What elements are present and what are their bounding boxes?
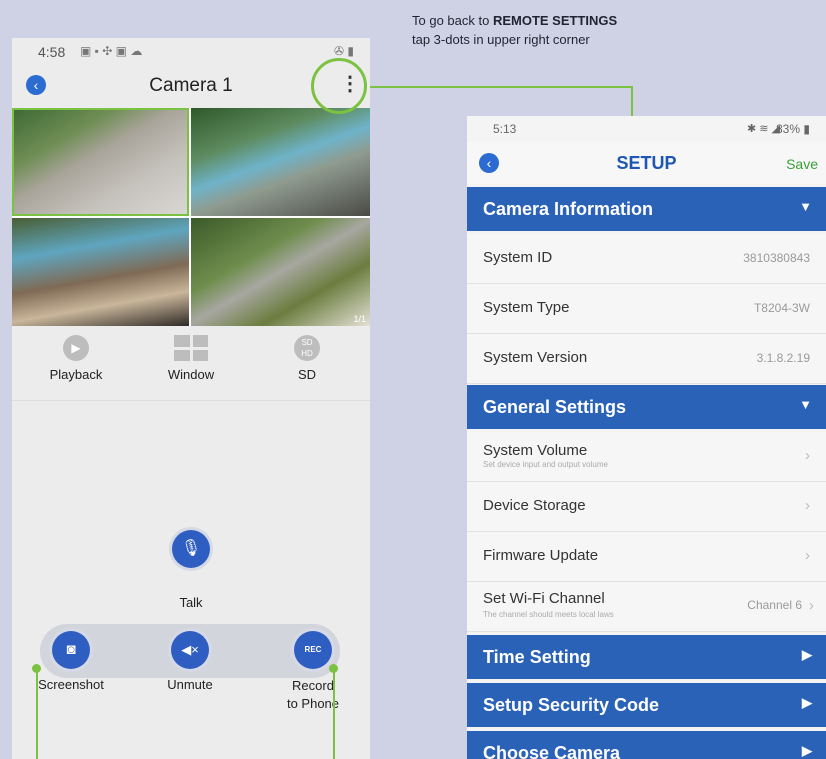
chevron-down-icon: ▼ xyxy=(799,397,812,412)
system-version-row: System Version 3.1.8.2.19 xyxy=(467,334,826,384)
setup-status-time: 5:13 xyxy=(493,122,517,136)
camera-information-header[interactable]: Camera Information ▼ xyxy=(467,187,826,231)
device-storage-label: Device Storage xyxy=(483,497,586,514)
firmware-update-label: Firmware Update xyxy=(483,547,599,564)
instruction-line1-prefix: To go back to xyxy=(412,13,493,28)
record-button[interactable]: REC Record to Phone xyxy=(268,631,358,713)
window-button[interactable]: Window xyxy=(146,333,236,382)
grid-icon xyxy=(174,335,208,361)
screenshot-pointer-line xyxy=(36,668,38,759)
camera-view-4[interactable]: 1/1 xyxy=(191,218,370,326)
chevron-right-icon: ▶ xyxy=(802,647,812,662)
record-pointer-line xyxy=(333,668,335,759)
chevron-right-icon: ▶ xyxy=(802,695,812,710)
rec-icon: REC xyxy=(294,631,332,669)
system-type-value: T8204-3W xyxy=(753,301,810,315)
speaker-mute-icon: ◀× xyxy=(171,631,209,669)
save-button[interactable]: Save xyxy=(786,156,818,172)
chevron-right-icon: › xyxy=(805,497,810,514)
unmute-button[interactable]: ◀× Unmute xyxy=(145,631,235,692)
system-version-value: 3.1.8.2.19 xyxy=(756,351,810,365)
highlight-circle xyxy=(311,58,367,114)
wifi-channel-row[interactable]: Set Wi-Fi Channel The channel should mee… xyxy=(467,582,826,632)
setup-app-bar: ‹ SETUP Save xyxy=(467,142,826,184)
battery-icon: ▮ xyxy=(803,122,810,136)
chevron-right-icon: › xyxy=(809,597,814,614)
security-code-title: Setup Security Code xyxy=(483,695,660,715)
chevron-down-icon: ▼ xyxy=(799,199,812,214)
left-phone-screen: 4:58 ▣ ▪ ✣ ▣ ☁ ✇ ▮ ‹ Camera 1 ⋮ 1/1 ▶ Pl… xyxy=(12,38,370,759)
chevron-right-icon: ▶ xyxy=(802,743,812,758)
signal-battery-icon: ✇ ▮ xyxy=(334,44,354,58)
playback-button[interactable]: ▶ Playback xyxy=(31,333,121,382)
microphone-icon: 🎙 xyxy=(172,530,210,568)
system-id-row: System ID 3810380843 xyxy=(467,234,826,284)
system-volume-sub: Set device input and output volume xyxy=(483,460,608,469)
view-controls: ▶ Playback Window SD HD SD xyxy=(12,333,370,393)
unmute-label: Unmute xyxy=(167,677,213,692)
chevron-right-icon: › xyxy=(805,447,810,464)
time-setting-title: Time Setting xyxy=(483,647,591,667)
talk-button[interactable]: 🎙 xyxy=(166,530,216,568)
window-label: Window xyxy=(167,367,215,382)
status-icons: ▣ ▪ ✣ ▣ ☁ xyxy=(80,44,143,58)
setup-title: SETUP xyxy=(616,153,677,173)
setup-screen: 5:13 ✱ ≋ ◢ 83% ▮ ‹ SETUP Save Camera Inf… xyxy=(467,116,826,759)
sd-label: SD xyxy=(297,367,317,382)
instruction-line2: tap 3-dots in upper right corner xyxy=(412,32,590,47)
general-settings-header[interactable]: General Settings ▼ xyxy=(467,385,826,429)
playback-label: Playback xyxy=(49,367,103,382)
sd-hd-icon: SD HD xyxy=(294,335,320,361)
firmware-update-row[interactable]: Firmware Update › xyxy=(467,532,826,582)
camera-grid: 1/1 xyxy=(12,108,370,326)
divider xyxy=(12,400,370,401)
security-code-header[interactable]: Setup Security Code ▶ xyxy=(467,683,826,727)
system-type-label: System Type xyxy=(483,299,570,316)
system-volume-row[interactable]: System Volume Set device input and outpu… xyxy=(467,432,826,482)
play-icon: ▶ xyxy=(63,335,89,361)
chevron-right-icon: › xyxy=(805,547,810,564)
status-bar: 4:58 ▣ ▪ ✣ ▣ ☁ ✇ ▮ xyxy=(12,38,370,66)
camera-icon: ◙ xyxy=(52,631,90,669)
screenshot-label: Screenshot xyxy=(38,677,104,692)
system-version-label: System Version xyxy=(483,349,588,366)
page-indicator: 1/1 xyxy=(353,314,366,324)
record-label: Record to Phone xyxy=(286,678,340,711)
wifi-channel-value: Channel 6 xyxy=(747,598,802,612)
camera-view-1[interactable] xyxy=(12,108,189,216)
sd-button[interactable]: SD HD SD xyxy=(262,333,352,382)
battery-percent: 83% xyxy=(775,122,800,136)
time-setting-header[interactable]: Time Setting ▶ xyxy=(467,635,826,679)
camera-view-2[interactable] xyxy=(191,108,370,216)
general-settings-title: General Settings xyxy=(483,397,627,417)
screenshot-button[interactable]: ◙ Screenshot xyxy=(26,631,116,692)
wifi-channel-sub: The channel should meets local laws xyxy=(483,610,614,619)
system-id-label: System ID xyxy=(483,249,553,266)
wifi-channel-label: Set Wi-Fi Channel xyxy=(483,590,605,607)
system-type-row: System Type T8204-3W xyxy=(467,284,826,334)
device-storage-row[interactable]: Device Storage › xyxy=(467,482,826,532)
system-id-value: 3810380843 xyxy=(743,251,810,265)
camera-information-title: Camera Information xyxy=(483,199,654,219)
status-time: 4:58 xyxy=(38,44,66,60)
screenshot-pointer-dot xyxy=(32,664,41,673)
setup-status-bar: 5:13 ✱ ≋ ◢ 83% ▮ xyxy=(467,116,826,142)
system-volume-label: System Volume xyxy=(483,442,588,459)
instruction-line1-bold: REMOTE SETTINGS xyxy=(492,13,618,28)
choose-camera-title: Choose Camera xyxy=(483,743,621,759)
instruction-note: To go back to REMOTE SETTINGS tap 3-dots… xyxy=(412,11,617,49)
choose-camera-header[interactable]: Choose Camera ▶ xyxy=(467,731,826,759)
record-pointer-dot xyxy=(329,664,338,673)
camera-view-3[interactable] xyxy=(12,218,189,326)
callout-line-horizontal xyxy=(368,86,632,88)
talk-label: Talk xyxy=(179,595,203,610)
